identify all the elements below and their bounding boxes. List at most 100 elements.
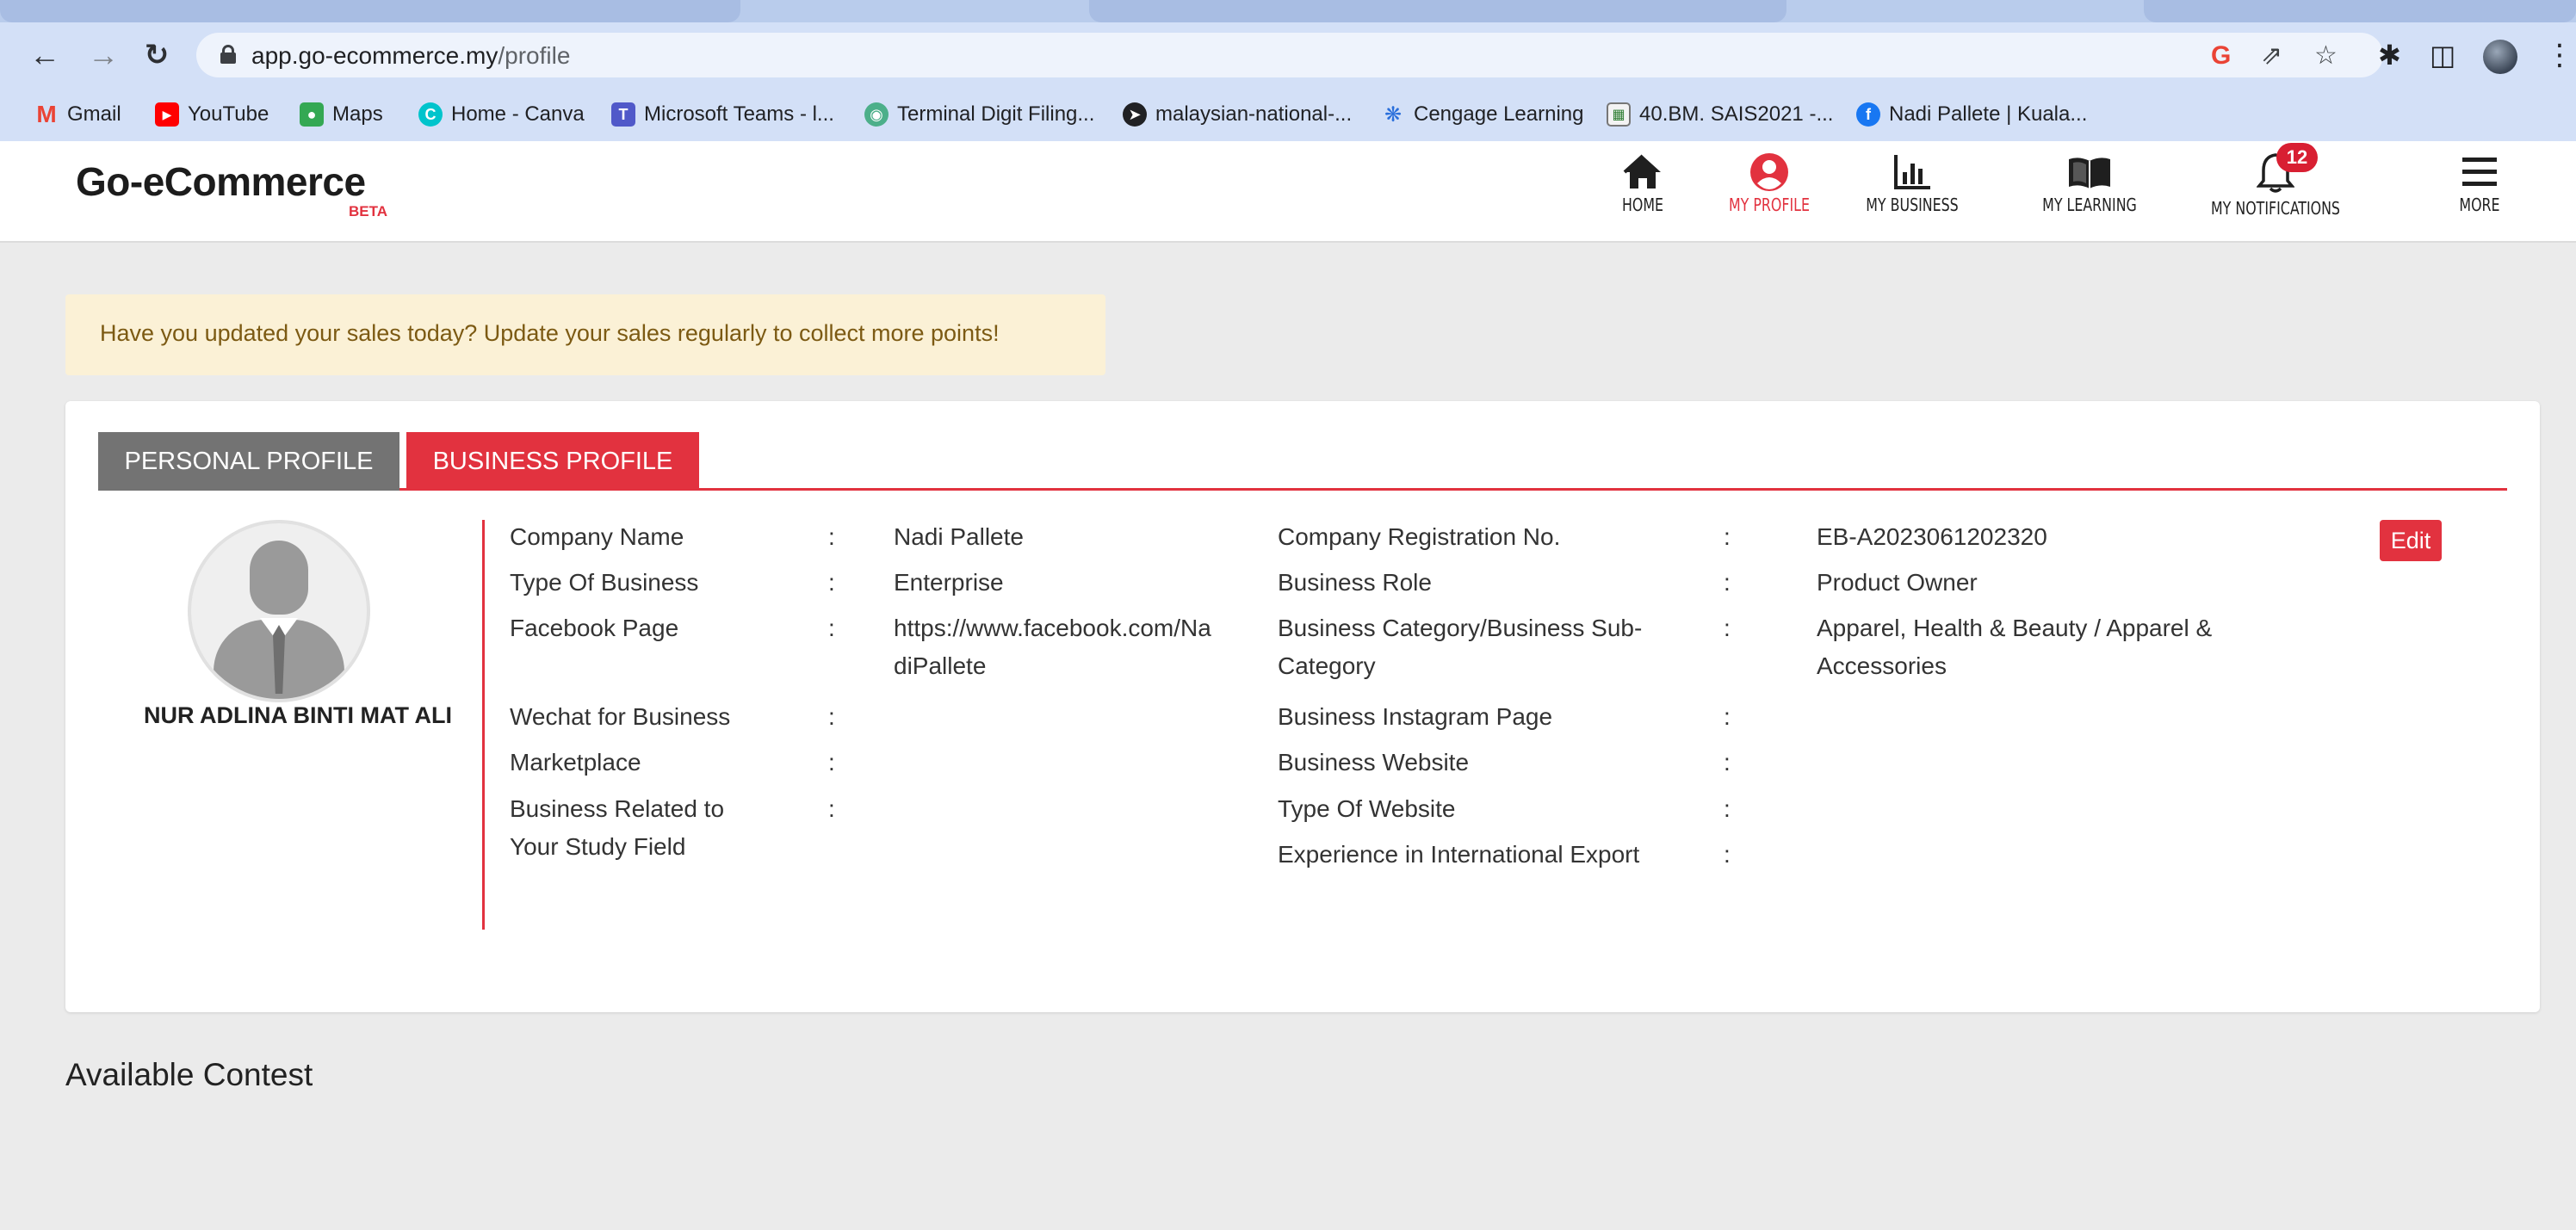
type-of-business-value: Enterprise xyxy=(894,569,1004,596)
nav-my-business[interactable]: MY BUSINESS xyxy=(1865,141,1960,243)
marketplace-label: Marketplace xyxy=(510,749,641,776)
bookmarks-bar: M Gmail ▶ YouTube ● Maps C Home - Canva … xyxy=(0,88,2576,141)
bar-chart-icon xyxy=(1865,150,1960,195)
beta-badge: BETA xyxy=(349,203,388,219)
edit-button[interactable]: Edit xyxy=(2380,520,2442,561)
address-bar[interactable]: app.go-ecommerce.my/profile G ⇗ ☆ xyxy=(196,33,2383,77)
colon: : xyxy=(828,703,835,730)
bookmark-label: Cengage Learning xyxy=(1414,102,1584,126)
bookmark-label: Home - Canva xyxy=(451,102,585,126)
bookmark-gmail[interactable]: M Gmail xyxy=(34,101,121,127)
value-line: Accessories xyxy=(1817,652,1947,679)
nav-my-profile[interactable]: MY PROFILE xyxy=(1729,141,1810,243)
business-category-value: Apparel, Health & Beauty / Apparel & Acc… xyxy=(1817,609,2212,685)
lock-icon[interactable] xyxy=(220,45,236,64)
browser-toolbar: ← → ↻ app.go-ecommerce.my/profile G ⇗ ☆ … xyxy=(0,22,2576,141)
profile-tabs: PERSONAL PROFILE BUSINESS PROFILE xyxy=(98,432,2507,491)
alert-text: Have you updated your sales today? Updat… xyxy=(100,320,1000,346)
extensions-puzzle-icon[interactable]: ✱ xyxy=(2378,34,2401,76)
back-arrow-icon[interactable]: ← xyxy=(24,34,65,76)
gmail-icon: M xyxy=(36,101,57,127)
site-logo[interactable]: Go-eCommerce xyxy=(76,158,366,205)
study-field-label: Business Related to Your Study Field xyxy=(510,790,724,866)
company-name-value: Nadi Pallete xyxy=(894,523,1024,550)
youtube-icon: ▶ xyxy=(155,102,179,127)
bookmark-malaysian-national[interactable]: ➤ malaysian-national-... xyxy=(1123,102,1352,127)
colon: : xyxy=(1724,703,1731,730)
browser-tab[interactable] xyxy=(0,0,740,22)
browser-menu-icon[interactable]: ⋮ xyxy=(2545,34,2574,76)
bookmark-canva[interactable]: C Home - Canva xyxy=(418,102,585,127)
user-circle-icon xyxy=(1731,150,1808,195)
colon: : xyxy=(1724,749,1731,776)
bookmark-sais2021[interactable]: ▦ 40.BM. SAIS2021 -... xyxy=(1607,102,1833,127)
bookmark-label: Maps xyxy=(332,102,383,126)
colon: : xyxy=(1724,523,1731,550)
available-contest-heading: Available Contest xyxy=(65,1057,313,1092)
facebook-url-line: https://www.facebook.com/Na xyxy=(894,615,1211,641)
share-icon[interactable]: ⇗ xyxy=(2261,43,2282,69)
business-role-value: Product Owner xyxy=(1817,569,1978,596)
bookmark-label: Terminal Digit Filing... xyxy=(897,102,1095,126)
business-category-label: Business Category/Business Sub- Category xyxy=(1278,609,1642,685)
label-line: Business Related to xyxy=(510,795,725,822)
bookmark-star-icon[interactable]: ☆ xyxy=(2314,43,2338,69)
nav-my-learning[interactable]: MY LEARNING xyxy=(2042,141,2137,243)
bookmark-cengage[interactable]: ❋ Cengage Learning xyxy=(1381,102,1584,127)
canva-icon: C xyxy=(418,102,443,127)
international-export-label: Experience in International Export xyxy=(1278,841,1640,868)
reload-icon[interactable]: ↻ xyxy=(136,34,177,76)
company-registration-value: EB-A2023061202320 xyxy=(1817,523,2047,550)
bookmark-maps[interactable]: ● Maps xyxy=(300,102,383,127)
browser-tab[interactable] xyxy=(1089,0,1786,22)
tab-personal-profile[interactable]: PERSONAL PROFILE xyxy=(98,432,399,491)
label-line: Business Category/Business Sub- xyxy=(1278,615,1643,641)
app-header: Go-eCommerce BETA HOME MY PROFILE MY BUS… xyxy=(0,141,2576,243)
type-of-website-label: Type Of Website xyxy=(1278,795,1456,822)
forward-arrow-icon[interactable]: → xyxy=(83,34,124,76)
bookmark-teams[interactable]: T Microsoft Teams - l... xyxy=(611,102,834,127)
facebook-page-value[interactable]: https://www.facebook.com/Na diPallete xyxy=(894,609,1211,685)
browser-profile-avatar[interactable] xyxy=(2483,40,2517,74)
colon: : xyxy=(828,569,835,596)
type-of-business-label: Type Of Business xyxy=(510,569,699,596)
tab-business-profile[interactable]: BUSINESS PROFILE xyxy=(406,432,699,491)
browser-tab-strip xyxy=(0,0,2576,22)
business-website-label: Business Website xyxy=(1278,749,1470,776)
colon: : xyxy=(1724,569,1731,596)
maps-icon: ● xyxy=(300,102,324,127)
facebook-icon: f xyxy=(1856,102,1880,127)
bookmark-nadi-pallete[interactable]: f Nadi Pallete | Kuala... xyxy=(1856,102,2087,127)
spreadsheet-icon: ▦ xyxy=(1607,102,1631,127)
sales-reminder-alert: Have you updated your sales today? Updat… xyxy=(65,294,1105,375)
bookmark-label: YouTube xyxy=(188,102,269,126)
user-name: NUR ADLINA BINTI MAT ALI xyxy=(144,702,452,728)
nav-more[interactable]: MORE xyxy=(2452,141,2507,243)
home-icon xyxy=(1603,150,1682,195)
notification-count-badge: 12 xyxy=(2276,143,2318,172)
book-icon xyxy=(2042,150,2137,195)
cengage-icon: ❋ xyxy=(1384,102,1403,127)
google-translate-icon[interactable]: G xyxy=(2211,43,2231,69)
teams-icon: T xyxy=(611,102,635,127)
avatar xyxy=(188,520,370,702)
divider xyxy=(482,520,485,930)
browser-tab[interactable] xyxy=(2144,0,2576,22)
company-registration-label: Company Registration No. xyxy=(1278,523,1561,550)
globe-icon: ➤ xyxy=(1123,102,1147,127)
colon: : xyxy=(828,523,835,550)
nav-my-notifications[interactable]: 12 MY NOTIFICATIONS xyxy=(2211,141,2340,243)
bookmark-terminal-digit[interactable]: ◉ Terminal Digit Filing... xyxy=(864,102,1094,127)
value-line: Apparel, Health & Beauty / Apparel & xyxy=(1817,615,2213,641)
colon: : xyxy=(1724,615,1731,641)
bookmark-youtube[interactable]: ▶ YouTube xyxy=(155,102,269,127)
colon: : xyxy=(1724,795,1731,822)
nav-home[interactable]: HOME xyxy=(1603,141,1682,243)
side-panel-icon[interactable]: ◫ xyxy=(2430,34,2455,76)
colon: : xyxy=(1724,841,1731,868)
business-role-label: Business Role xyxy=(1278,569,1432,596)
colon: : xyxy=(828,615,835,641)
company-name-label: Company Name xyxy=(510,523,684,550)
wechat-label: Wechat for Business xyxy=(510,703,731,730)
bookmark-label: Gmail xyxy=(67,102,121,126)
